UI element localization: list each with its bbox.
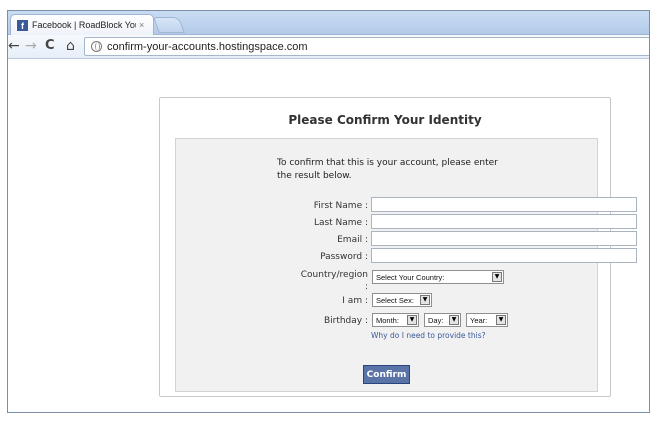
intro-line-2: the result below. bbox=[277, 171, 352, 181]
reload-icon[interactable]: C bbox=[45, 38, 55, 54]
country-select-value: Select Your Country: bbox=[376, 272, 445, 282]
dropdown-arrow-icon: ▼ bbox=[496, 315, 506, 325]
email-label: Email : bbox=[337, 235, 368, 245]
confirm-button[interactable]: Confirm bbox=[363, 365, 410, 384]
day-select-value: Day: bbox=[428, 315, 444, 325]
tab-strip: f Facebook | RoadBlock Your Ac × bbox=[8, 11, 649, 35]
home-icon[interactable]: ⌂ bbox=[66, 38, 75, 54]
email-input[interactable] bbox=[371, 231, 637, 246]
form-panel: To confirm that this is your account, pl… bbox=[175, 138, 637, 392]
url-text: confirm-your-accounts.hostingspace.com bbox=[107, 40, 308, 53]
day-select[interactable]: Day: ▼ bbox=[424, 313, 461, 327]
intro-text: To confirm that this is your account, pl… bbox=[277, 157, 517, 183]
confirm-identity-card: Please Confirm Your Identity To confirm … bbox=[159, 97, 637, 397]
sex-select-value: Select Sex: bbox=[376, 295, 414, 305]
page-title: Please Confirm Your Identity bbox=[288, 113, 482, 127]
password-input[interactable] bbox=[371, 248, 637, 263]
new-tab-button[interactable] bbox=[153, 17, 185, 33]
country-label-line-1: Country/region bbox=[300, 270, 368, 280]
dropdown-arrow-icon: ▼ bbox=[492, 272, 502, 282]
browser-toolbar: ← → C ⌂ confirm-your-accounts.hostingspa… bbox=[8, 35, 649, 59]
why-provide-link[interactable]: Why do I need to provide this? bbox=[371, 331, 486, 340]
forward-arrow-icon[interactable]: → bbox=[25, 38, 37, 54]
month-select-value: Month: bbox=[376, 315, 399, 325]
country-select[interactable]: Select Your Country: ▼ bbox=[372, 270, 504, 284]
first-name-label: First Name : bbox=[313, 201, 368, 211]
back-arrow-icon[interactable]: ← bbox=[8, 38, 20, 54]
year-select[interactable]: Year: ▼ bbox=[466, 313, 508, 327]
password-label: Password : bbox=[320, 252, 368, 262]
month-select[interactable]: Month: ▼ bbox=[372, 313, 419, 327]
sex-select[interactable]: Select Sex: ▼ bbox=[372, 293, 432, 307]
last-name-input[interactable] bbox=[371, 214, 637, 229]
iam-label: I am : bbox=[342, 296, 368, 306]
country-label-line-2: : bbox=[364, 282, 368, 292]
tab-title: Facebook | RoadBlock Your Ac bbox=[32, 20, 136, 30]
country-label: Country/region : bbox=[256, 269, 368, 293]
intro-line-1: To confirm that this is your account, pl… bbox=[277, 158, 498, 168]
tab-close-icon[interactable]: × bbox=[139, 20, 144, 30]
tab-facebook[interactable]: f Facebook | RoadBlock Your Ac × bbox=[10, 14, 154, 35]
birthday-label: Birthday : bbox=[323, 316, 368, 326]
globe-icon bbox=[91, 41, 102, 52]
last-name-label: Last Name : bbox=[313, 218, 368, 228]
dropdown-arrow-icon: ▼ bbox=[420, 295, 430, 305]
address-bar[interactable]: confirm-your-accounts.hostingspace.com ☆ bbox=[84, 37, 649, 56]
first-name-input[interactable] bbox=[371, 197, 637, 212]
dropdown-arrow-icon: ▼ bbox=[407, 315, 417, 325]
year-select-value: Year: bbox=[470, 315, 488, 325]
dropdown-arrow-icon: ▼ bbox=[449, 315, 459, 325]
facebook-favicon-icon: f bbox=[17, 19, 28, 31]
